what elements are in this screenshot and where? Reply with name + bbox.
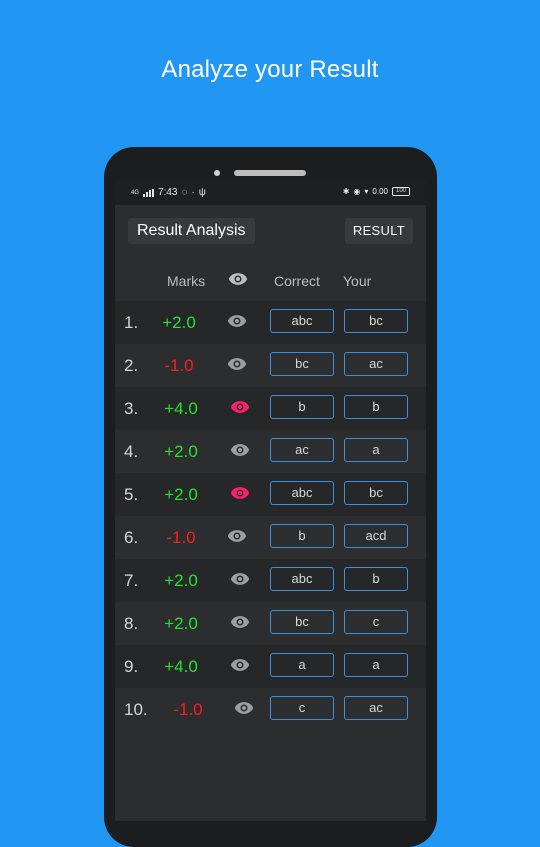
camera-dot: [214, 170, 220, 176]
status-time: 7:43: [158, 187, 178, 198]
your-answer-box: b: [344, 567, 408, 591]
speaker-grille: [234, 170, 306, 176]
status-bar: 4G 7:43 ◌ · ψ ✱ ◉ ▾ 0.00 100: [115, 181, 426, 205]
table-row: 7. +2.0 abc b: [115, 559, 426, 602]
marks-value: -1.0: [166, 528, 196, 547]
table-row: 9. +4.0 a a: [115, 645, 426, 688]
eye-icon[interactable]: [230, 615, 250, 629]
your-answer-box: a: [344, 438, 408, 462]
header-correct: Correct: [274, 273, 320, 289]
app-screen: 4G 7:43 ◌ · ψ ✱ ◉ ▾ 0.00 100 Result Anal…: [115, 181, 426, 821]
question-number: 1.: [124, 313, 139, 332]
question-number: 10.: [124, 700, 148, 719]
correct-answer-box: abc: [270, 567, 334, 591]
alarm-icon: ◉: [353, 187, 361, 196]
correct-answer-box: abc: [270, 481, 334, 505]
signal-icon: [143, 188, 155, 197]
header-marks: Marks: [167, 273, 206, 289]
marks-value: -1.0: [173, 700, 203, 719]
eye-icon: [228, 272, 248, 289]
table-row: 4. +2.0 ac a: [115, 430, 426, 473]
your-answer-box: ac: [344, 696, 408, 720]
marks-value: +2.0: [164, 571, 198, 590]
table-header: Marks Correct Your: [115, 259, 426, 301]
your-answer-box: c: [344, 610, 408, 634]
eye-icon[interactable]: [230, 572, 250, 586]
question-number: 4.: [124, 442, 139, 461]
table-row: 5. +2.0 abc bc: [115, 473, 426, 516]
marks-value: +2.0: [164, 614, 198, 633]
your-answer-box: ac: [344, 352, 408, 376]
question-number: 9.: [124, 657, 139, 676]
your-answer-box: b: [344, 395, 408, 419]
marks-value: +4.0: [164, 657, 198, 676]
question-number: 6.: [124, 528, 139, 547]
correct-answer-box: c: [270, 696, 334, 720]
marks-value: +2.0: [164, 485, 198, 504]
results-card: Marks Correct Your 1. +2.0 abc bc 2. -1.0 bc ac…: [115, 259, 426, 821]
table-row: 2. -1.0 bc ac: [115, 344, 426, 387]
your-answer-box: bc: [344, 309, 408, 333]
eye-icon[interactable]: [230, 486, 250, 500]
table-row: 3. +4.0 b b: [115, 387, 426, 430]
result-button[interactable]: RESULT: [344, 218, 413, 244]
phone-frame: 4G 7:43 ◌ · ψ ✱ ◉ ▾ 0.00 100 Result Anal…: [104, 147, 437, 847]
correct-answer-box: ac: [270, 438, 334, 462]
table-row: 10. -1.0 c ac: [115, 688, 426, 731]
bluetooth-icon: ✱: [342, 187, 350, 196]
eye-icon[interactable]: [227, 529, 247, 543]
question-number: 5.: [124, 485, 139, 504]
wifi-icon: ▾: [364, 187, 369, 196]
notification-icon: ·: [191, 187, 195, 198]
marks-value: +2.0: [162, 313, 196, 332]
usb-icon: ψ: [198, 187, 206, 198]
correct-answer-box: bc: [270, 352, 334, 376]
eye-icon[interactable]: [230, 443, 250, 457]
question-number: 3.: [124, 399, 139, 418]
network-type: 4G: [131, 189, 140, 196]
marks-value: -1.0: [164, 356, 194, 375]
marks-value: +2.0: [164, 442, 198, 461]
headline: Analyze your Result: [161, 56, 379, 83]
correct-answer-box: a: [270, 653, 334, 677]
your-answer-box: bc: [344, 481, 408, 505]
your-answer-box: acd: [344, 524, 408, 548]
question-number: 8.: [124, 614, 139, 633]
header-your: Your: [343, 273, 372, 289]
battery-icon: 100: [392, 187, 410, 196]
correct-answer-box: bc: [270, 610, 334, 634]
app-bar: Result Analysis RESULT: [115, 205, 426, 259]
eye-icon[interactable]: [227, 357, 247, 371]
data-speed: 0.00: [372, 187, 388, 196]
question-number: 7.: [124, 571, 139, 590]
table-row: 1. +2.0 abc bc: [115, 301, 426, 344]
table-row: 6. -1.0 b acd: [115, 516, 426, 559]
eye-icon[interactable]: [234, 701, 254, 715]
eye-icon[interactable]: [230, 658, 250, 672]
your-answer-box: a: [344, 653, 408, 677]
marks-value: +4.0: [164, 399, 198, 418]
correct-answer-box: b: [270, 395, 334, 419]
whatsapp-icon: ◌: [181, 187, 188, 198]
correct-answer-box: b: [270, 524, 334, 548]
eye-icon[interactable]: [227, 314, 247, 328]
result-rows: 1. +2.0 abc bc 2. -1.0 bc ac 3. +4.0 b b 4. +2.0 ac a 5.…: [115, 301, 426, 731]
correct-answer-box: abc: [270, 309, 334, 333]
eye-icon[interactable]: [230, 400, 250, 414]
question-number: 2.: [124, 356, 139, 375]
page-title: Result Analysis: [128, 218, 255, 244]
table-row: 8. +2.0 bc c: [115, 602, 426, 645]
